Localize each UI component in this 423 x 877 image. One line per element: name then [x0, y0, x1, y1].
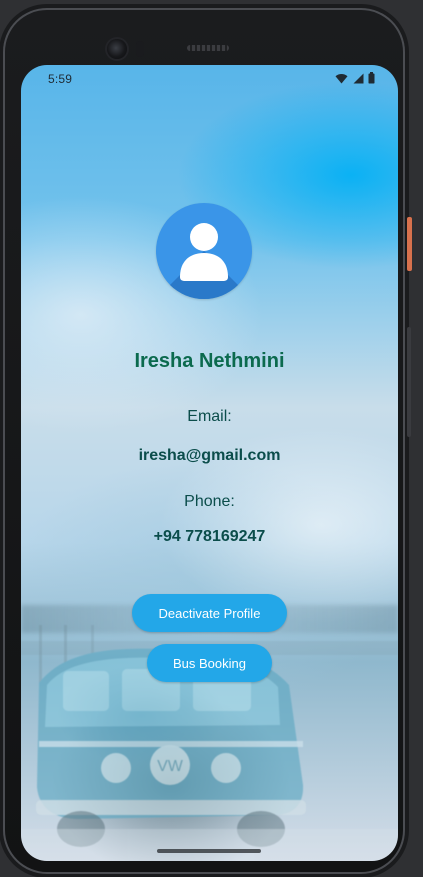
sensor-icon: [136, 41, 144, 57]
status-time: 5:59: [48, 72, 73, 86]
signal-icon: [353, 73, 364, 83]
power-button[interactable]: [407, 217, 412, 271]
svg-text:VW: VW: [157, 758, 184, 775]
status-bar: 5:59: [21, 65, 398, 91]
deactivate-profile-button[interactable]: Deactivate Profile: [132, 594, 287, 632]
phone-frame: VW 5:59 Iresha Nethmini Email: iresha@gm…: [3, 8, 405, 874]
person-icon: [180, 223, 228, 281]
email-label: Email:: [187, 408, 232, 425]
profile-name: Iresha Nethmini: [134, 350, 285, 372]
front-camera-icon: [107, 39, 127, 59]
phone-value: +94 778169247: [153, 528, 266, 545]
battery-icon: [368, 72, 375, 84]
speaker-grille: [187, 45, 229, 51]
user-avatar-icon: [156, 203, 252, 299]
status-icons: [335, 72, 375, 84]
home-indicator[interactable]: [157, 849, 261, 853]
wifi-icon: [335, 73, 348, 83]
email-value: iresha@gmail.com: [138, 447, 281, 464]
volume-button[interactable]: [407, 327, 411, 437]
bus-booking-button[interactable]: Bus Booking: [147, 644, 272, 682]
app-screen: VW 5:59 Iresha Nethmini Email: iresha@gm…: [21, 65, 398, 861]
phone-label: Phone:: [184, 493, 235, 510]
